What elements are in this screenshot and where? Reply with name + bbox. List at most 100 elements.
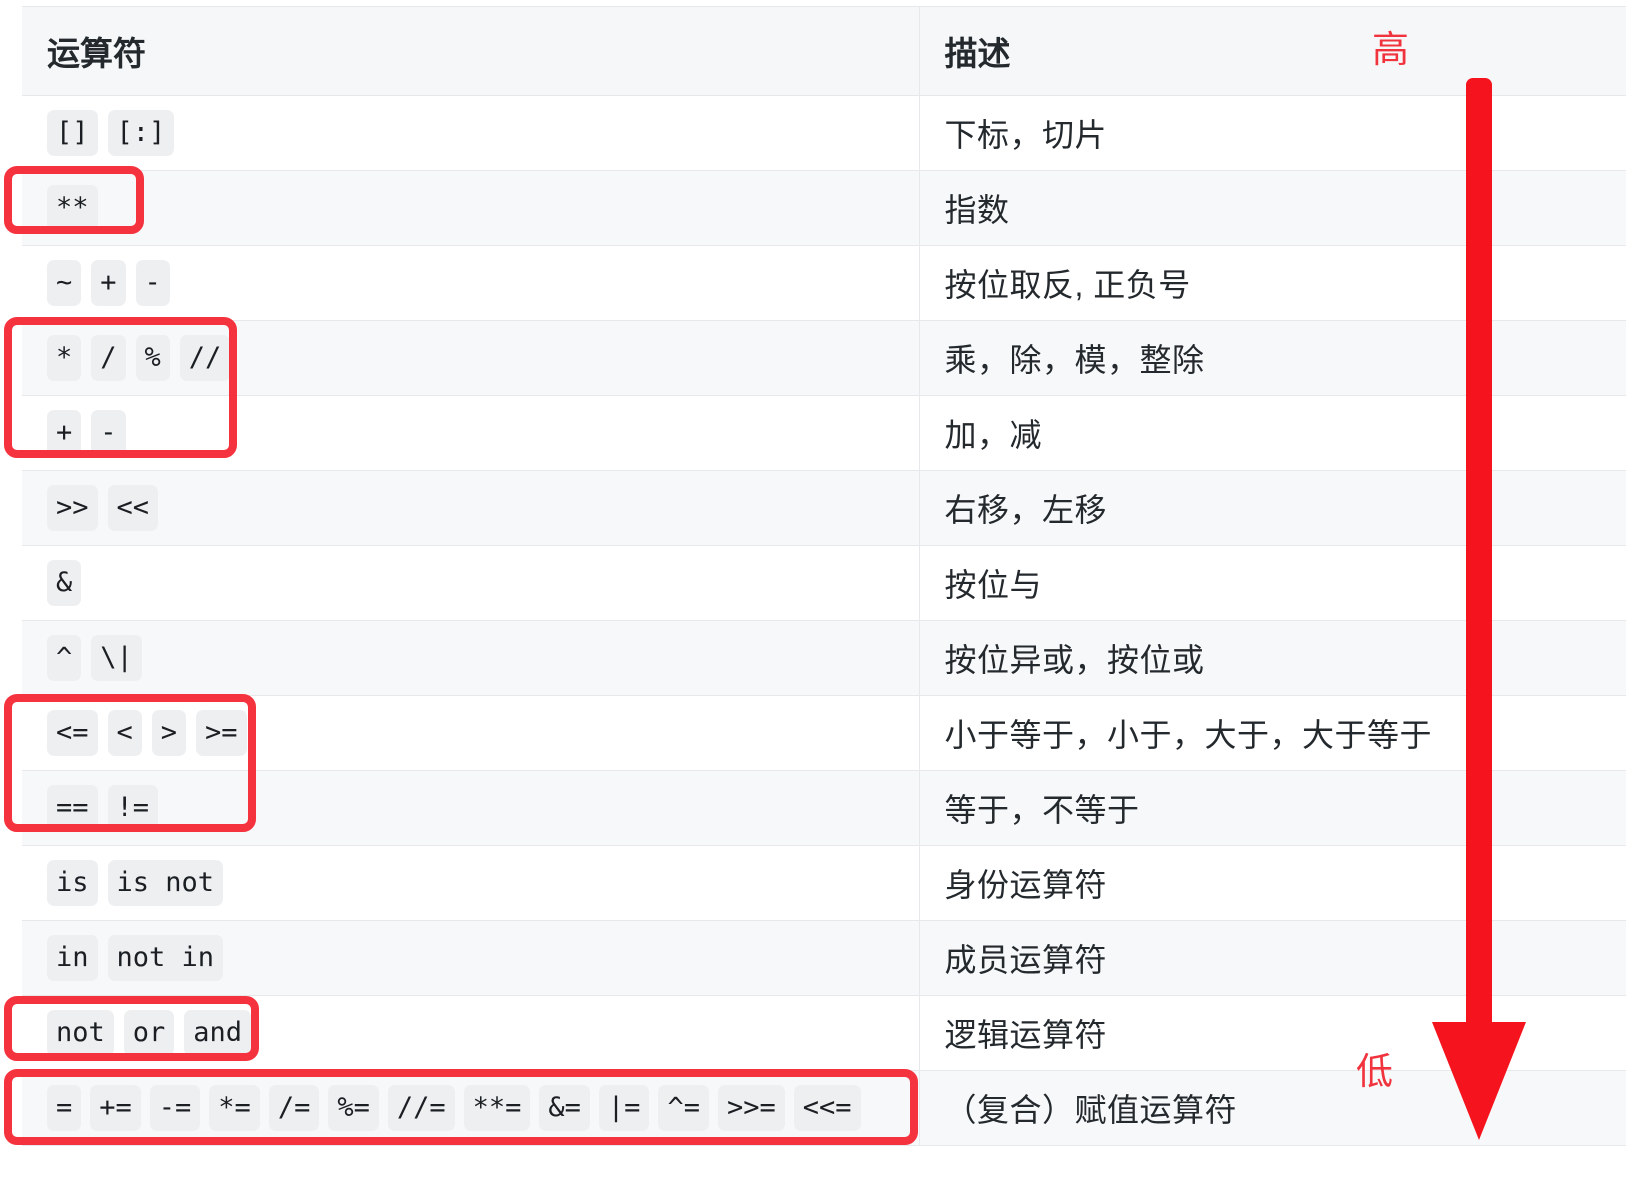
operator-token-group: not or and bbox=[47, 1010, 261, 1056]
priority-low-label: 低 bbox=[1356, 1051, 1393, 1092]
operator-token: & bbox=[47, 560, 82, 606]
operator-token-group: in not in bbox=[47, 935, 233, 981]
operator-token: ^ bbox=[47, 635, 82, 681]
operator-cell: <= < > >= bbox=[22, 695, 920, 771]
operator-token-group: [] [:] bbox=[47, 110, 184, 156]
operator-token: [:] bbox=[107, 110, 175, 156]
operator-cell: * /%// bbox=[22, 320, 920, 396]
operator-cell: [] [:] bbox=[22, 95, 920, 171]
operator-token: != bbox=[107, 785, 159, 831]
operator-token: /= bbox=[268, 1085, 320, 1131]
operator-token-group: ** bbox=[47, 185, 108, 231]
operator-token-group: & bbox=[47, 560, 91, 606]
operator-token: ~ bbox=[47, 260, 82, 306]
operator-token: -= bbox=[149, 1085, 201, 1131]
table-row: + - 加，减 bbox=[22, 395, 1626, 471]
operator-token: or bbox=[123, 1010, 175, 1056]
operator-cell: in not in bbox=[22, 920, 920, 996]
operator-token: not bbox=[47, 1010, 114, 1056]
operator-token: < bbox=[107, 710, 142, 756]
operator-token: %= bbox=[328, 1085, 379, 1131]
operator-token: + bbox=[47, 410, 82, 456]
operator-token: >> bbox=[47, 485, 98, 531]
operator-cell: >> << bbox=[22, 470, 920, 546]
operator-token: + bbox=[91, 260, 126, 306]
operator-token-group: <= < > >= bbox=[47, 710, 257, 756]
operator-token: **= bbox=[463, 1085, 531, 1131]
operator-token: / bbox=[91, 335, 126, 381]
operator-token: in bbox=[47, 935, 98, 981]
operator-token: > bbox=[151, 710, 187, 756]
table-row: >> << 右移，左移 bbox=[22, 470, 1626, 546]
description-cell: 逻辑运算符 bbox=[919, 995, 1626, 1071]
operator-precedence-table: 运算符 描述 [] [:] 下标，切片 ** 指数 ~ + - 按位取反, 正负号 * /%//乘，… bbox=[22, 6, 1626, 1146]
operator-cell: ** bbox=[22, 170, 920, 246]
description-cell: 下标，切片 bbox=[919, 95, 1626, 171]
operator-token: = bbox=[47, 1085, 82, 1131]
description-cell: 按位异或，按位或 bbox=[919, 620, 1626, 696]
table-row: is is not 身份运算符 bbox=[22, 845, 1626, 921]
description-cell: 等于，不等于 bbox=[919, 770, 1626, 846]
operator-cell: ^ \| bbox=[22, 620, 920, 696]
operator-token: // bbox=[179, 335, 231, 381]
description-cell: 按位取反, 正负号 bbox=[919, 245, 1626, 321]
operator-token-group: ~ + - bbox=[47, 260, 180, 306]
description-cell: （复合）赋值运算符 bbox=[919, 1070, 1626, 1146]
description-cell: 右移，左移 bbox=[919, 470, 1626, 546]
table-row: [] [:] 下标，切片 bbox=[22, 95, 1626, 171]
table-row: * /%// 乘，除，模，整除 bbox=[22, 320, 1626, 396]
operator-token: <<= bbox=[793, 1085, 861, 1131]
description-cell: 乘，除，模，整除 bbox=[919, 320, 1626, 396]
description-cell: 身份运算符 bbox=[919, 845, 1626, 921]
operator-token: << bbox=[107, 485, 159, 531]
operator-token: % bbox=[135, 335, 170, 381]
table-row: ~ + - 按位取反, 正负号 bbox=[22, 245, 1626, 321]
description-cell: 指数 bbox=[919, 170, 1626, 246]
operator-token: >>= bbox=[717, 1085, 785, 1131]
operator-cell: = += -= *=/= %=//= **= &= |= ^= >>= <<= bbox=[22, 1070, 920, 1146]
operator-token-group: + - bbox=[47, 410, 136, 456]
column-header-description: 描述 bbox=[919, 6, 1626, 96]
operator-token-group: >> << bbox=[47, 485, 168, 531]
operator-token: and bbox=[184, 1010, 252, 1056]
operator-token: \| bbox=[91, 635, 142, 681]
operator-cell: + - bbox=[22, 395, 920, 471]
operator-token: not in bbox=[107, 935, 224, 981]
operator-cell: not or and bbox=[22, 995, 920, 1071]
operator-token: [] bbox=[47, 110, 98, 156]
table-row: ** 指数 bbox=[22, 170, 1626, 246]
column-header-operator: 运算符 bbox=[22, 6, 920, 96]
description-cell: 小于等于，小于，大于，大于等于 bbox=[919, 695, 1626, 771]
operator-token-group: * /%// bbox=[47, 335, 240, 381]
operator-token: //= bbox=[387, 1085, 455, 1131]
description-cell: 加，减 bbox=[919, 395, 1626, 471]
operator-token-group: ^ \| bbox=[47, 635, 152, 681]
operator-token: <= bbox=[47, 710, 98, 756]
operator-token: += bbox=[90, 1085, 141, 1131]
operator-token: >= bbox=[196, 710, 247, 756]
operator-token: - bbox=[91, 410, 126, 456]
operator-token: is bbox=[47, 860, 98, 906]
operator-token: *= bbox=[209, 1085, 260, 1131]
table-row: & 按位与 bbox=[22, 545, 1626, 621]
table-body: [] [:] 下标，切片 ** 指数 ~ + - 按位取反, 正负号 * /%//乘，除，模，整除 +… bbox=[22, 95, 1626, 1146]
description-cell: 按位与 bbox=[919, 545, 1626, 621]
operator-token: |= bbox=[598, 1085, 650, 1131]
operator-token: &= bbox=[539, 1085, 590, 1131]
operator-precedence-table-wrapper: 运算符 描述 [] [:] 下标，切片 ** 指数 ~ + - 按位取反, 正负号 * /%//乘，… bbox=[22, 6, 1626, 1184]
operator-token-group: == != bbox=[47, 785, 168, 831]
table-row: in not in 成员运算符 bbox=[22, 920, 1626, 996]
operator-token: == bbox=[47, 785, 98, 831]
operator-token: * bbox=[47, 335, 82, 381]
table-row: == != 等于，不等于 bbox=[22, 770, 1626, 846]
operator-cell: & bbox=[22, 545, 920, 621]
table-row: <= < > >= 小于等于，小于，大于，大于等于 bbox=[22, 695, 1626, 771]
operator-token: - bbox=[135, 260, 170, 306]
operator-token-group: = += -= *=/= %=//= **= &= |= ^= >>= <<= bbox=[47, 1085, 870, 1131]
operator-cell: is is not bbox=[22, 845, 920, 921]
operator-cell: ~ + - bbox=[22, 245, 920, 321]
operator-cell: == != bbox=[22, 770, 920, 846]
operator-token-group: is is not bbox=[47, 860, 233, 906]
description-cell: 成员运算符 bbox=[919, 920, 1626, 996]
priority-high-label: 高 bbox=[1372, 29, 1409, 70]
